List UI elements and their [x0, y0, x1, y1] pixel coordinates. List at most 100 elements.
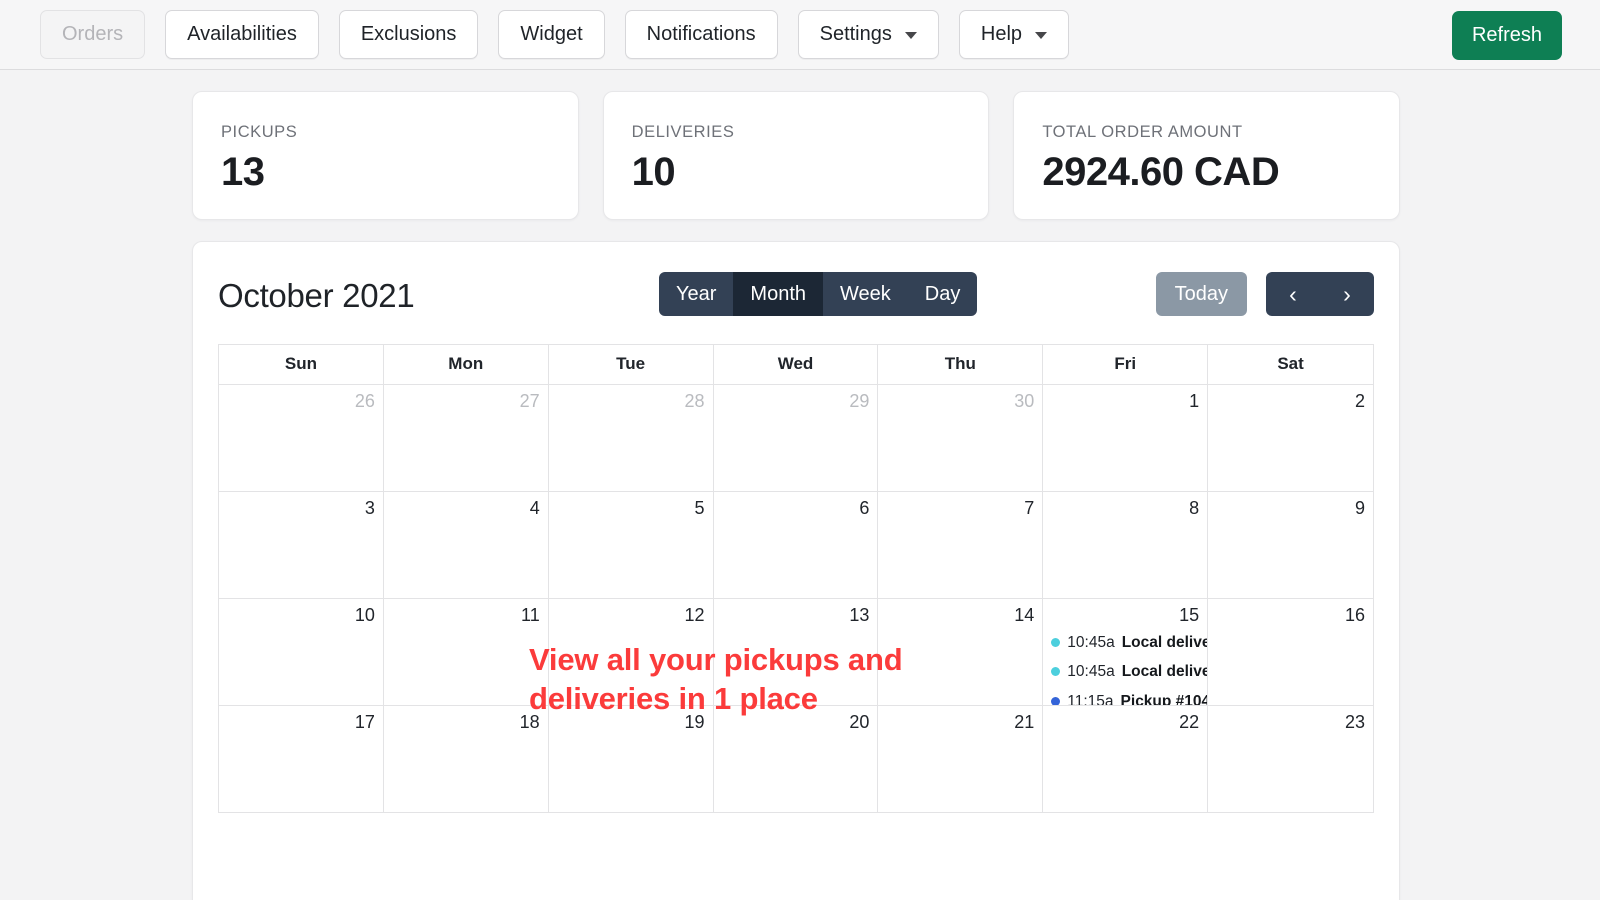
stat-card-deliveries: DELIVERIES 10: [602, 91, 990, 220]
day-number: 9: [1354, 498, 1365, 518]
day-cell[interactable]: 6: [714, 492, 879, 598]
day-cell[interactable]: 27: [384, 385, 549, 491]
event-status-dot-icon: [1051, 696, 1061, 705]
nav-button-label: Orders: [62, 23, 124, 45]
nav-button-orders[interactable]: Orders: [40, 10, 146, 59]
day-cell[interactable]: 4: [384, 492, 549, 598]
next-month-chevron-right-icon[interactable]: ›: [1320, 272, 1374, 316]
day-cell[interactable]: 29: [714, 385, 879, 491]
day-of-week-header-row: Sun Mon Tue Wed Thu Fri Sat: [219, 345, 1373, 385]
day-cell[interactable]: 20: [714, 706, 879, 812]
day-cell[interactable]: 3: [219, 492, 384, 598]
day-header-wed: Wed: [714, 345, 879, 384]
day-cell[interactable]: 5: [549, 492, 714, 598]
day-cell[interactable]: 17: [219, 706, 384, 812]
view-button-week[interactable]: Week: [823, 272, 908, 316]
day-cell[interactable]: 10: [219, 599, 384, 705]
nav-button-availabilities[interactable]: Availabilities: [165, 10, 319, 59]
calendar-title: October 2021: [218, 277, 415, 314]
nav-button-settings[interactable]: Settings: [797, 10, 939, 59]
calendar-event[interactable]: 10:45a Local delivery: [1051, 633, 1207, 651]
calendar-toolbar: October 2021 Year Month Week Day Today ‹ ›: [218, 270, 1374, 322]
day-cell[interactable]: 23: [1208, 706, 1373, 812]
day-number: 20: [849, 712, 870, 732]
view-button-year[interactable]: Year: [659, 272, 733, 316]
day-header-thu: Thu: [878, 345, 1044, 384]
day-cell[interactable]: 21: [878, 706, 1044, 812]
stat-card-label: TOTAL ORDER AMOUNT: [1042, 123, 1243, 141]
nav-button-notifications[interactable]: Notifications: [624, 10, 778, 59]
day-cell[interactable]: 9: [1208, 492, 1373, 598]
nav-button-label: Availabilities: [187, 23, 297, 45]
day-cell[interactable]: 8: [1043, 492, 1209, 598]
day-cell[interactable]: 22: [1043, 706, 1209, 812]
nav-button-label: Exclusions: [360, 23, 457, 45]
event-time: 10:45a: [1067, 663, 1115, 681]
day-cell[interactable]: 18: [384, 706, 549, 812]
chevron-down-icon: [904, 32, 917, 39]
day-cell[interactable]: 7: [878, 492, 1044, 598]
day-number: 19: [684, 712, 705, 732]
day-header-fri: Fri: [1043, 345, 1209, 384]
month-grid: Sun Mon Tue Wed Thu Fri Sat 26 27 28 29 30 1 2 3 4 5 6 7 8…: [218, 344, 1374, 813]
prev-next-arrow-group: ‹ ›: [1266, 272, 1374, 316]
day-number: 16: [1344, 605, 1365, 625]
day-number: 21: [1014, 712, 1035, 732]
event-title: Pickup #1046: [1120, 692, 1208, 705]
day-number: 15: [1179, 605, 1200, 625]
day-cell[interactable]: 13: [714, 599, 879, 705]
nav-button-help[interactable]: Help: [958, 10, 1070, 59]
day-number: 12: [684, 605, 705, 625]
event-time: 11:15a: [1067, 692, 1114, 705]
day-cell[interactable]: 15 10:45a Local delivery 10:45a Local delive…: [1043, 599, 1209, 705]
calendar-event[interactable]: 10:45a Local delivery: [1051, 663, 1207, 681]
today-button[interactable]: Today: [1155, 272, 1247, 316]
nav-button-label: Widget: [520, 23, 583, 45]
week-row: 10 11 12 13 14 15 10:45a Local delivery 10:45a Lo…: [219, 599, 1373, 706]
day-cell[interactable]: 19: [549, 706, 714, 812]
day-number: 29: [849, 391, 870, 411]
nav-button-label: Help: [980, 23, 1023, 45]
day-cell[interactable]: 1: [1043, 385, 1209, 491]
nav-button-widget[interactable]: Widget: [498, 10, 605, 59]
day-number: 2: [1354, 391, 1365, 411]
previous-month-chevron-left-icon[interactable]: ‹: [1266, 272, 1320, 316]
chevron-down-icon: [1035, 32, 1048, 39]
day-cell[interactable]: 16: [1208, 599, 1373, 705]
day-number: 26: [354, 391, 375, 411]
day-cell[interactable]: 14: [878, 599, 1044, 705]
nav-button-group: Orders Availabilities Exclusions Widget Noti…: [40, 10, 1070, 59]
day-number: 7: [1024, 498, 1035, 518]
day-number: 13: [849, 605, 870, 625]
day-cell[interactable]: 11: [384, 599, 549, 705]
stat-card-label: PICKUPS: [221, 123, 298, 141]
day-cell[interactable]: 26: [219, 385, 384, 491]
event-time: 10:45a: [1067, 633, 1115, 651]
stat-card-value: 10: [631, 150, 676, 194]
stat-card-label: DELIVERIES: [631, 123, 735, 141]
month-weeks: 26 27 28 29 30 1 2 3 4 5 6 7 8 9 10 11 12 13 14 15 10:45a Loc…: [219, 385, 1373, 813]
nav-button-label: Settings: [819, 23, 892, 45]
nav-button-exclusions[interactable]: Exclusions: [338, 10, 479, 59]
day-number: 3: [364, 498, 375, 518]
day-cell[interactable]: 28: [549, 385, 714, 491]
view-button-day[interactable]: Day: [908, 272, 978, 316]
day-header-mon: Mon: [384, 345, 549, 384]
week-row: 3 4 5 6 7 8 9: [219, 492, 1373, 599]
view-button-month[interactable]: Month: [733, 272, 824, 316]
day-cell[interactable]: 2: [1208, 385, 1373, 491]
day-event-list: 10:45a Local delivery 10:45a Local delivery…: [1051, 633, 1207, 705]
day-cell[interactable]: 12: [549, 599, 714, 705]
calendar-event[interactable]: 11:15a Pickup #1046: [1051, 692, 1207, 705]
day-cell[interactable]: 30: [878, 385, 1044, 491]
event-status-dot-icon: [1051, 667, 1061, 677]
top-navigation-bar: Orders Availabilities Exclusions Widget Noti…: [0, 0, 1600, 70]
day-number: 18: [519, 712, 540, 732]
week-row: 26 27 28 29 30 1 2: [219, 385, 1373, 492]
day-number: 23: [1344, 712, 1365, 732]
day-number: 8: [1189, 498, 1200, 518]
refresh-button[interactable]: Refresh: [1451, 11, 1562, 60]
day-number: 14: [1014, 605, 1035, 625]
day-number: 4: [529, 498, 540, 518]
day-number: 28: [684, 391, 705, 411]
